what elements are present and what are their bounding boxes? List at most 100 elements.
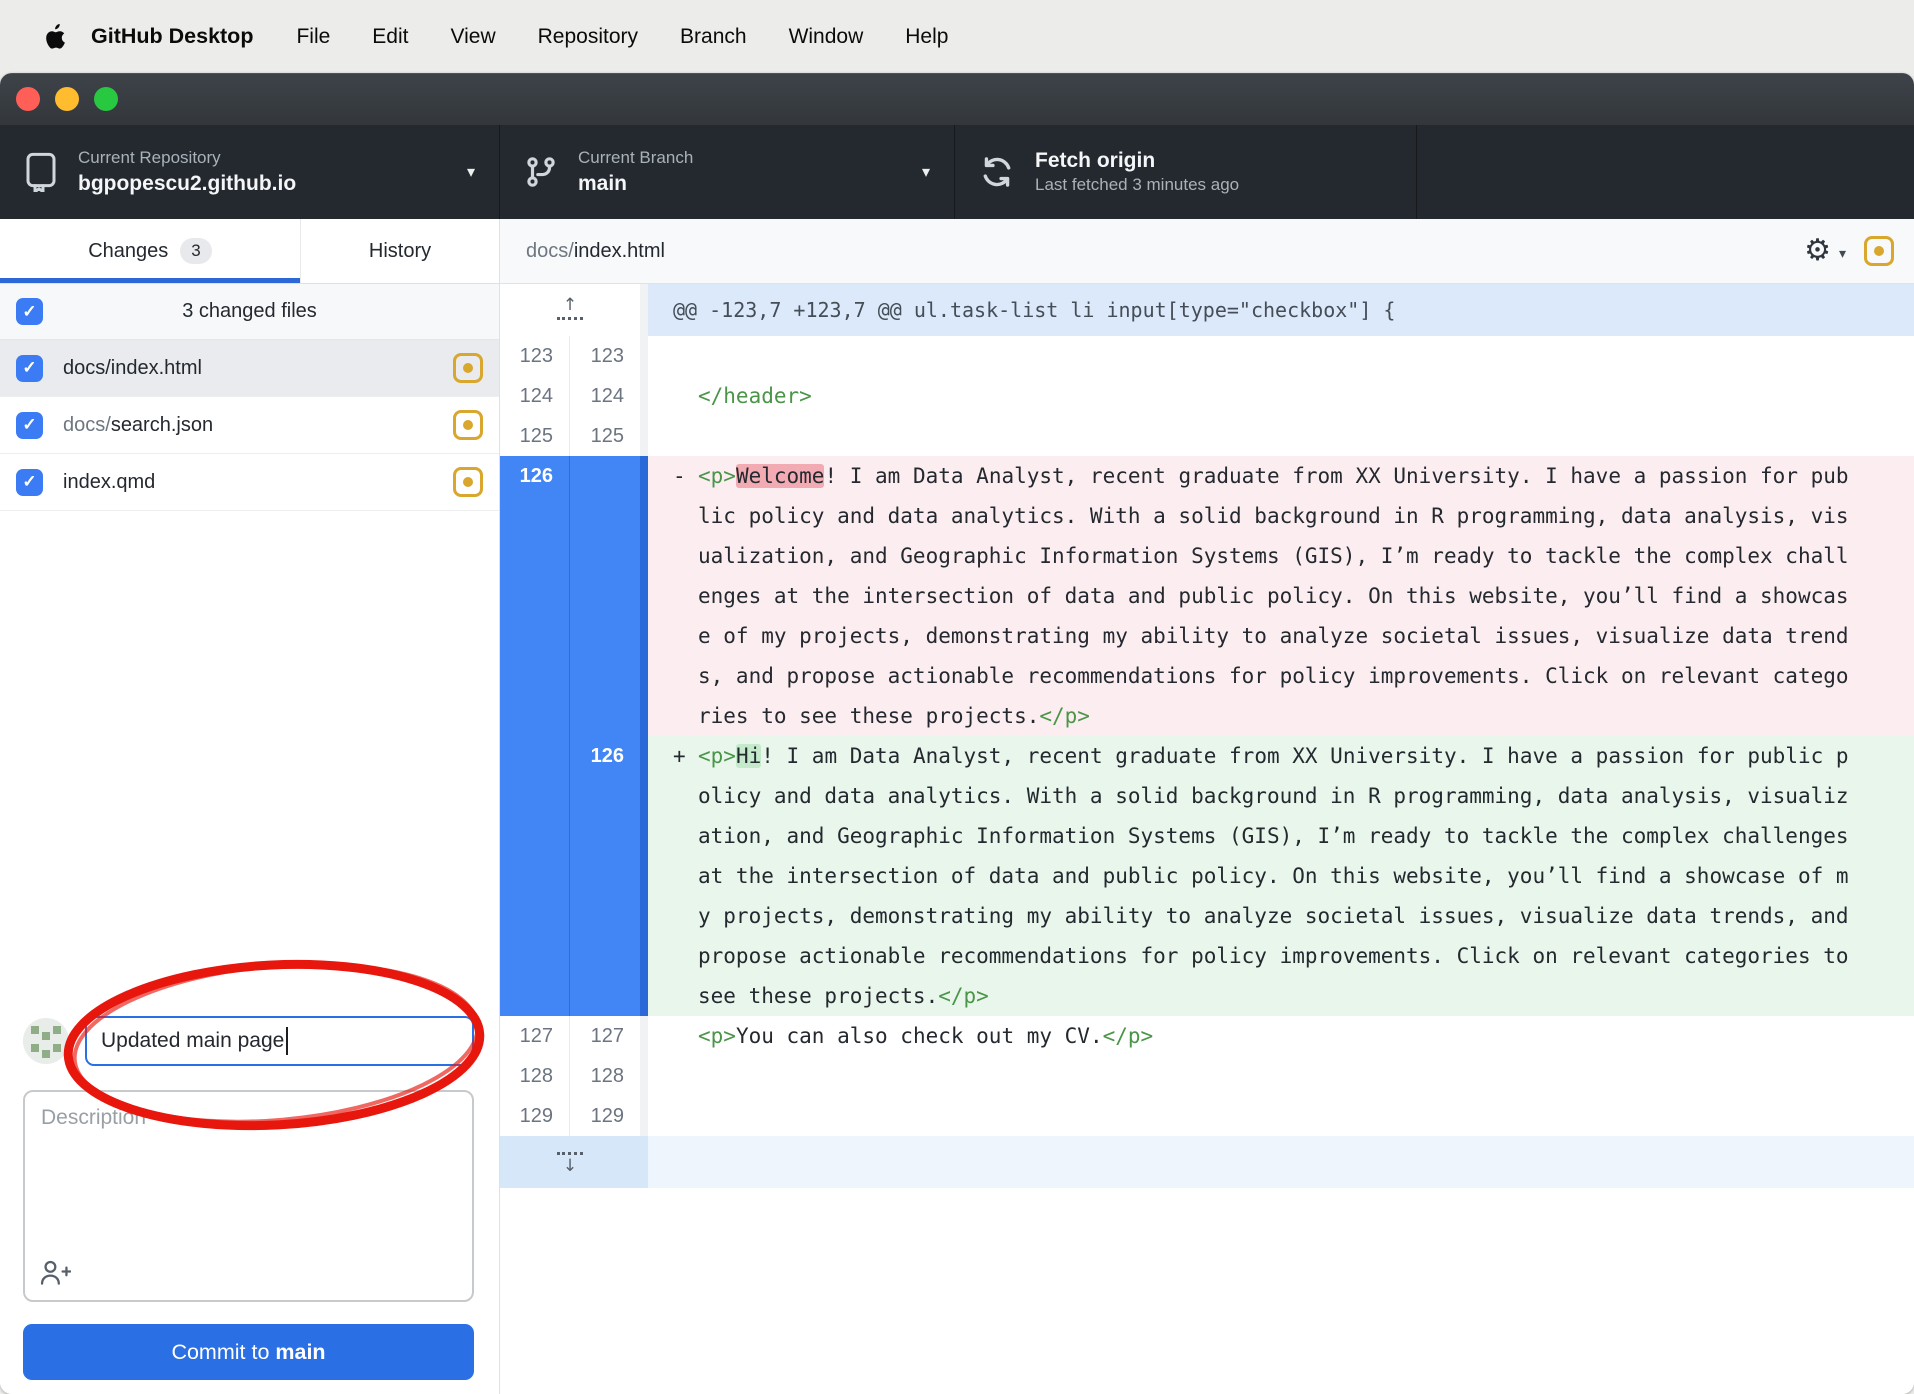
diff-line[interactable]: 126-<p>Welcome! I am Data Analyst, recen…: [500, 456, 1914, 496]
menu-item-file[interactable]: File: [275, 25, 351, 49]
new-line-number[interactable]: [570, 496, 640, 536]
code-segment: see these projects.: [698, 984, 938, 1008]
current-repository-button[interactable]: Current Repository bgpopescu2.github.io …: [0, 125, 500, 219]
gear-icon[interactable]: ⚙: [1804, 236, 1831, 266]
description-textarea[interactable]: Description: [23, 1090, 474, 1302]
old-line-number[interactable]: [500, 976, 570, 1016]
menu-item-branch[interactable]: Branch: [659, 25, 768, 49]
new-line-number[interactable]: [570, 616, 640, 656]
menu-item-window[interactable]: Window: [768, 25, 885, 49]
old-line-number[interactable]: [500, 936, 570, 976]
file-row[interactable]: ✓docs/index.html: [0, 340, 499, 397]
changes-count-badge: 3: [180, 238, 211, 264]
fetch-origin-button[interactable]: Fetch origin Last fetched 3 minutes ago: [955, 125, 1417, 219]
new-line-number[interactable]: [570, 536, 640, 576]
file-checkbox[interactable]: ✓: [16, 469, 43, 496]
new-line-number[interactable]: [570, 816, 640, 856]
old-line-number[interactable]: 124: [500, 376, 570, 416]
new-line-number[interactable]: 129: [570, 1096, 640, 1136]
new-line-number[interactable]: [570, 656, 640, 696]
new-line-number[interactable]: 124: [570, 376, 640, 416]
diff-line[interactable]: 126+<p>Hi! I am Data Analyst, recent gra…: [500, 736, 1914, 776]
zoom-button[interactable]: [94, 87, 118, 111]
expand-down-button[interactable]: ↓: [500, 1136, 640, 1188]
old-line-number[interactable]: 127: [500, 1016, 570, 1056]
tab-changes[interactable]: Changes 3: [0, 219, 300, 283]
new-line-number[interactable]: [570, 456, 640, 496]
old-line-number[interactable]: [500, 776, 570, 816]
apple-icon[interactable]: [44, 24, 65, 49]
new-line-number[interactable]: 126: [570, 736, 640, 776]
old-line-number[interactable]: [500, 656, 570, 696]
diff-line[interactable]: see these projects.</p>: [500, 976, 1914, 1016]
diff-line[interactable]: olicy and data analytics. With a solid b…: [500, 776, 1914, 816]
diff-line[interactable]: e of my projects, demonstrating my abili…: [500, 616, 1914, 656]
file-row[interactable]: ✓docs/search.json: [0, 397, 499, 454]
new-line-number[interactable]: [570, 976, 640, 1016]
new-line-number[interactable]: 123: [570, 336, 640, 376]
commit-button[interactable]: Commit to main: [23, 1324, 474, 1380]
old-line-number[interactable]: [500, 576, 570, 616]
diff-line-content: [648, 336, 1914, 376]
new-line-number[interactable]: [570, 576, 640, 616]
tab-history[interactable]: History: [300, 219, 499, 283]
minimize-button[interactable]: [55, 87, 79, 111]
old-line-number[interactable]: [500, 896, 570, 936]
new-line-number[interactable]: 125: [570, 416, 640, 456]
diff-line[interactable]: ualization, and Geographic Information S…: [500, 536, 1914, 576]
menu-app-name[interactable]: GitHub Desktop: [69, 24, 275, 49]
diff-line[interactable]: ries to see these projects.</p>: [500, 696, 1914, 736]
new-line-number[interactable]: [570, 896, 640, 936]
current-branch-button[interactable]: Current Branch main ▾: [500, 125, 955, 219]
diff-line[interactable]: lic policy and data analytics. With a so…: [500, 496, 1914, 536]
old-line-number[interactable]: [500, 536, 570, 576]
new-line-number[interactable]: [570, 776, 640, 816]
diff-line[interactable]: 127127<p>You can also check out my CV.</…: [500, 1016, 1914, 1056]
select-all-checkbox[interactable]: ✓: [16, 298, 43, 325]
diff-line[interactable]: y projects, demonstrating my ability to …: [500, 896, 1914, 936]
old-line-number[interactable]: 125: [500, 416, 570, 456]
gutter-strip: [640, 936, 648, 976]
old-line-number[interactable]: [500, 736, 570, 776]
file-checkbox[interactable]: ✓: [16, 355, 43, 382]
diff-line[interactable]: at the intersection of data and public p…: [500, 856, 1914, 896]
menu-item-help[interactable]: Help: [884, 25, 969, 49]
diff-line[interactable]: enges at the intersection of data and pu…: [500, 576, 1914, 616]
new-line-number[interactable]: [570, 936, 640, 976]
file-row[interactable]: ✓index.qmd: [0, 454, 499, 511]
changed-files-header: ✓ 3 changed files: [0, 284, 499, 340]
new-line-number[interactable]: 128: [570, 1056, 640, 1096]
new-line-number[interactable]: [570, 856, 640, 896]
new-line-number[interactable]: [570, 696, 640, 736]
old-line-number[interactable]: 126: [500, 456, 570, 496]
chevron-down-icon[interactable]: ▾: [1839, 245, 1846, 262]
old-line-number[interactable]: 128: [500, 1056, 570, 1096]
expand-up-button[interactable]: ↑: [500, 284, 640, 336]
diff-line[interactable]: 125125: [500, 416, 1914, 456]
diff-line[interactable]: 129129: [500, 1096, 1914, 1136]
old-line-number[interactable]: [500, 696, 570, 736]
diff-line[interactable]: ation, and Geographic Information System…: [500, 816, 1914, 856]
old-line-number[interactable]: [500, 496, 570, 536]
old-line-number[interactable]: [500, 616, 570, 656]
menu-item-edit[interactable]: Edit: [351, 25, 429, 49]
file-checkbox[interactable]: ✓: [16, 412, 43, 439]
code-segment: y projects, demonstrating my ability to …: [698, 904, 1849, 928]
old-line-number[interactable]: [500, 856, 570, 896]
diff-line[interactable]: 123123: [500, 336, 1914, 376]
close-button[interactable]: [16, 87, 40, 111]
gutter-strip: [640, 336, 648, 376]
old-line-number[interactable]: 123: [500, 336, 570, 376]
new-line-number[interactable]: 127: [570, 1016, 640, 1056]
diff-line[interactable]: 124124</header>: [500, 376, 1914, 416]
diff-line[interactable]: propose actionable recommendations for p…: [500, 936, 1914, 976]
diff-line[interactable]: s, and propose actionable recommendation…: [500, 656, 1914, 696]
diff-line[interactable]: 128128: [500, 1056, 1914, 1096]
summary-input[interactable]: Updated main page: [85, 1016, 474, 1066]
menu-item-repository[interactable]: Repository: [517, 25, 659, 49]
gutter-strip: [640, 284, 648, 336]
old-line-number[interactable]: [500, 816, 570, 856]
add-coauthor-icon[interactable]: [39, 1258, 71, 1288]
old-line-number[interactable]: 129: [500, 1096, 570, 1136]
menu-item-view[interactable]: View: [429, 25, 516, 49]
